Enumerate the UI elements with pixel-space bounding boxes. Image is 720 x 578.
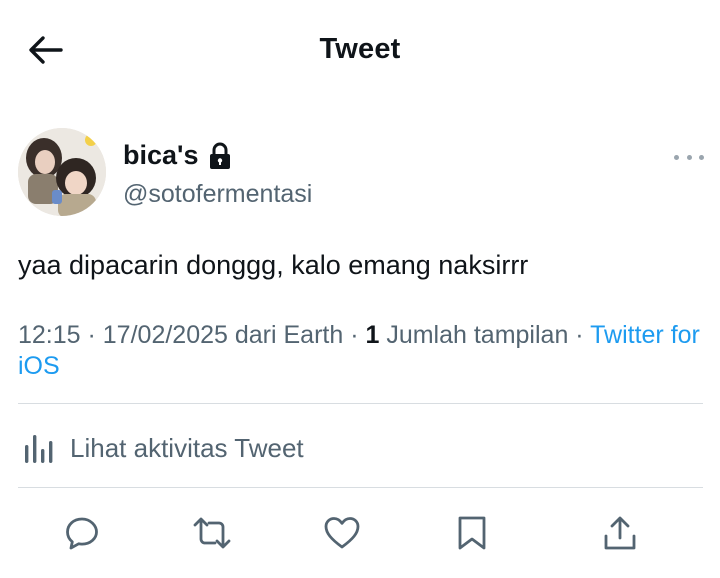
avatar[interactable]: [18, 128, 106, 216]
retweet-button[interactable]: [190, 511, 234, 555]
meta-separator: ·: [568, 321, 591, 349]
meta-separator: ·: [80, 321, 103, 349]
more-dot: [686, 154, 692, 160]
retweet-icon: [193, 517, 231, 549]
tweet-text: yaa dipacarin donggg, kalo emang naksirr…: [18, 250, 529, 280]
tweet-date[interactable]: 17/02/2025: [103, 321, 228, 349]
tweet-author: bica's @sotofermentasi: [18, 128, 708, 218]
analytics-icon: [18, 428, 58, 468]
share-icon: [604, 516, 636, 550]
views-count: 1: [365, 321, 380, 349]
more-options-button[interactable]: [674, 148, 704, 166]
reply-button[interactable]: [60, 511, 104, 555]
views-label: Jumlah tampilan: [379, 321, 569, 349]
page-title: Tweet: [319, 33, 401, 65]
tweet-actions-bar: [0, 505, 720, 565]
activity-label: Lihat aktivitas Tweet: [70, 432, 304, 463]
view-tweet-activity-button[interactable]: Lihat aktivitas Tweet: [18, 420, 708, 476]
like-button[interactable]: [320, 511, 364, 555]
more-dot: [699, 154, 704, 160]
more-horizontal-icon: [674, 154, 679, 160]
author-name[interactable]: bica's: [123, 140, 232, 171]
bookmark-icon: [458, 516, 486, 550]
reply-icon: [66, 517, 98, 550]
avatar-photo: [18, 128, 106, 216]
display-name: bica's: [123, 140, 199, 170]
tweet-time[interactable]: 12:15: [18, 321, 81, 349]
divider: [18, 487, 703, 488]
heart-icon: [324, 517, 360, 549]
tweet-location: dari Earth: [227, 321, 344, 349]
top-bar: Tweet: [0, 0, 720, 100]
lock-icon: [210, 142, 231, 169]
author-handle[interactable]: @sotofermentasi: [123, 180, 312, 209]
bookmark-button[interactable]: [450, 511, 494, 555]
meta-separator: ·: [343, 321, 366, 349]
tweet-meta: 12:15 · 17/02/2025 dari Earth · 1 Jumlah…: [18, 320, 708, 382]
divider: [18, 403, 703, 404]
share-button[interactable]: [598, 511, 642, 555]
